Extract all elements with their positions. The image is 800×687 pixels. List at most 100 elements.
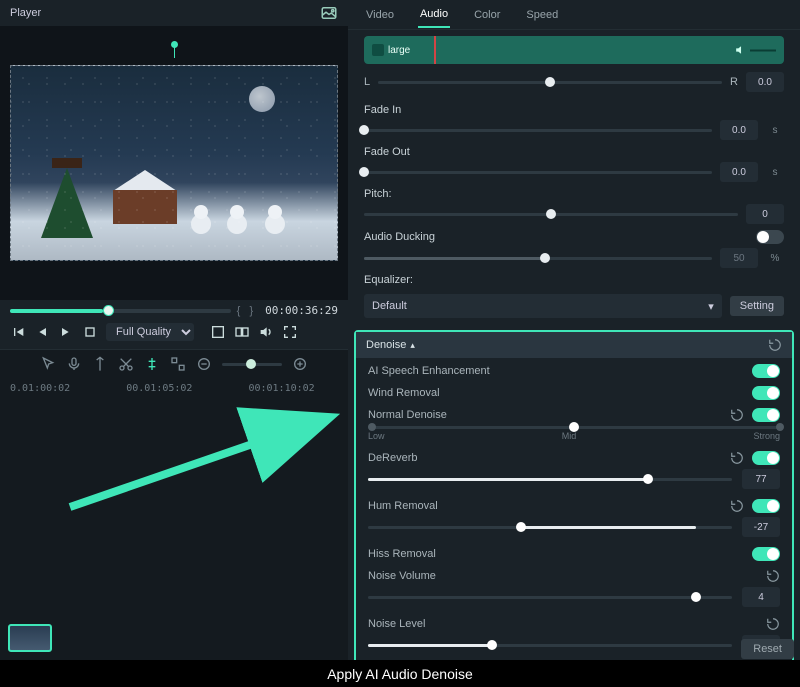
tl-razor-icon[interactable]: [144, 356, 160, 372]
tab-speed[interactable]: Speed: [524, 3, 560, 27]
fade-out-slider[interactable]: [364, 171, 712, 174]
dereverb-toggle[interactable]: [752, 451, 780, 465]
fade-in-value[interactable]: 0.0: [720, 120, 758, 140]
hum-removal-toggle[interactable]: [752, 499, 780, 513]
ai-speech-toggle[interactable]: [752, 364, 780, 378]
tab-color[interactable]: Color: [472, 3, 502, 27]
property-tabs: Video Audio Color Speed: [348, 0, 800, 30]
hiss-removal-label: Hiss Removal: [368, 548, 436, 560]
preview-playhead-marker[interactable]: [174, 46, 175, 58]
audio-ducking-value: 50: [720, 248, 758, 268]
tab-video[interactable]: Video: [364, 3, 396, 27]
audio-ducking-toggle[interactable]: [756, 230, 784, 244]
scale-strong: Strong: [753, 431, 780, 441]
denoise-section: Denoise▴ AI Speech Enhancement Wind Remo…: [354, 330, 794, 660]
equalizer-select[interactable]: Default ▾: [364, 294, 722, 318]
scale-low: Low: [368, 431, 385, 441]
tl-zoom-slider[interactable]: [222, 363, 282, 366]
audio-ducking-label: Audio Ducking: [364, 231, 435, 243]
pitch-label: Pitch:: [364, 188, 392, 200]
pitch-value[interactable]: 0: [746, 204, 784, 224]
tl-marker-icon[interactable]: [92, 356, 108, 372]
wind-removal-toggle[interactable]: [752, 386, 780, 400]
noise-volume-label: Noise Volume: [368, 570, 436, 582]
timecode: 00:00:36:29: [265, 304, 338, 317]
timeline-clip[interactable]: [8, 624, 52, 652]
equalizer-setting-button[interactable]: Setting: [730, 296, 784, 316]
hum-removal-reset-icon[interactable]: [730, 499, 744, 513]
player-header: Player: [0, 0, 348, 26]
timeline-panel: 0.01:00:02 00.01:05:02 00:01:10:02 00:01…: [0, 349, 348, 660]
fade-in-slider[interactable]: [364, 129, 712, 132]
noise-level-label: Noise Level: [368, 618, 425, 630]
clip-playhead[interactable]: [434, 36, 436, 64]
tl-cut-icon[interactable]: [118, 356, 134, 372]
preview-area: [0, 26, 348, 300]
equalizer-preset: Default: [372, 300, 407, 312]
normal-denoise-slider[interactable]: [368, 426, 780, 429]
hum-removal-slider[interactable]: [368, 526, 732, 529]
tl-zoom-in-icon[interactable]: [292, 356, 308, 372]
reset-button[interactable]: Reset: [741, 639, 794, 659]
audio-clip-strip[interactable]: large: [364, 36, 784, 64]
audio-ducking-unit: %: [766, 253, 784, 264]
hum-removal-value[interactable]: -27: [742, 517, 780, 537]
scale-mid: Mid: [562, 431, 577, 441]
fade-out-value[interactable]: 0.0: [720, 162, 758, 182]
tl-mic-icon[interactable]: [66, 356, 82, 372]
prev-frame-button[interactable]: [10, 324, 26, 340]
caption: Apply AI Audio Denoise: [0, 660, 800, 687]
play-button[interactable]: [58, 324, 74, 340]
pitch-slider[interactable]: [364, 213, 738, 216]
preview-frame[interactable]: [10, 65, 338, 261]
noise-level-reset-icon[interactable]: [766, 617, 780, 631]
balance-left-label: L: [364, 76, 370, 88]
timeline-ruler[interactable]: 0.01:00:02 00.01:05:02 00:01:10:02 00:01…: [0, 378, 348, 398]
play-reverse-button[interactable]: [34, 324, 50, 340]
snapshot-icon[interactable]: [320, 4, 338, 22]
denoise-title: Denoise: [366, 339, 406, 351]
fade-out-unit: s: [766, 167, 784, 178]
tl-tick: 00.01:05:02: [126, 383, 192, 394]
player-title: Player: [10, 7, 41, 19]
noise-volume-reset-icon[interactable]: [766, 569, 780, 583]
denoise-header[interactable]: Denoise▴: [356, 332, 792, 358]
balance-value[interactable]: 0.0: [746, 72, 784, 92]
clip-volume-bar[interactable]: [750, 49, 776, 51]
timeline-tracks[interactable]: [0, 398, 348, 660]
dereverb-reset-icon[interactable]: [730, 451, 744, 465]
crop-icon[interactable]: [210, 324, 226, 340]
balance-right-label: R: [730, 76, 738, 88]
seek-bar[interactable]: [10, 309, 231, 313]
quality-select[interactable]: Full Quality: [106, 323, 194, 341]
stop-button[interactable]: [82, 324, 98, 340]
tl-zoom-out-icon[interactable]: [196, 356, 212, 372]
tl-tick: 00:01:10:02: [248, 383, 314, 394]
tab-audio[interactable]: Audio: [418, 2, 450, 28]
volume-icon[interactable]: [258, 324, 274, 340]
dereverb-slider[interactable]: [368, 478, 732, 481]
noise-volume-slider[interactable]: [368, 596, 732, 599]
wind-removal-label: Wind Removal: [368, 387, 440, 399]
balance-slider[interactable]: [378, 81, 722, 84]
noise-level-slider[interactable]: [368, 644, 732, 647]
ai-speech-label: AI Speech Enhancement: [368, 365, 490, 377]
hiss-removal-toggle[interactable]: [752, 547, 780, 561]
noise-volume-value[interactable]: 4: [742, 587, 780, 607]
normal-denoise-toggle[interactable]: [752, 408, 780, 422]
dereverb-label: DeReverb: [368, 452, 418, 464]
denoise-reset-icon[interactable]: [768, 338, 782, 352]
normal-denoise-reset-icon[interactable]: [730, 408, 744, 422]
markers-braces: { }: [237, 305, 254, 317]
compare-icon[interactable]: [234, 324, 250, 340]
audio-ducking-slider[interactable]: [364, 257, 712, 260]
dereverb-value[interactable]: 77: [742, 469, 780, 489]
audio-panel: large L R 0.0 Fade In 0.0 s: [348, 30, 800, 660]
tl-cursor-icon[interactable]: [40, 356, 56, 372]
caption-text: Apply AI Audio Denoise: [327, 666, 473, 682]
equalizer-label: Equalizer:: [364, 274, 413, 286]
audio-clip-name: large: [388, 45, 410, 56]
fullscreen-icon[interactable]: [282, 324, 298, 340]
timeline-toolbar: [0, 350, 348, 378]
tl-group-icon[interactable]: [170, 356, 186, 372]
